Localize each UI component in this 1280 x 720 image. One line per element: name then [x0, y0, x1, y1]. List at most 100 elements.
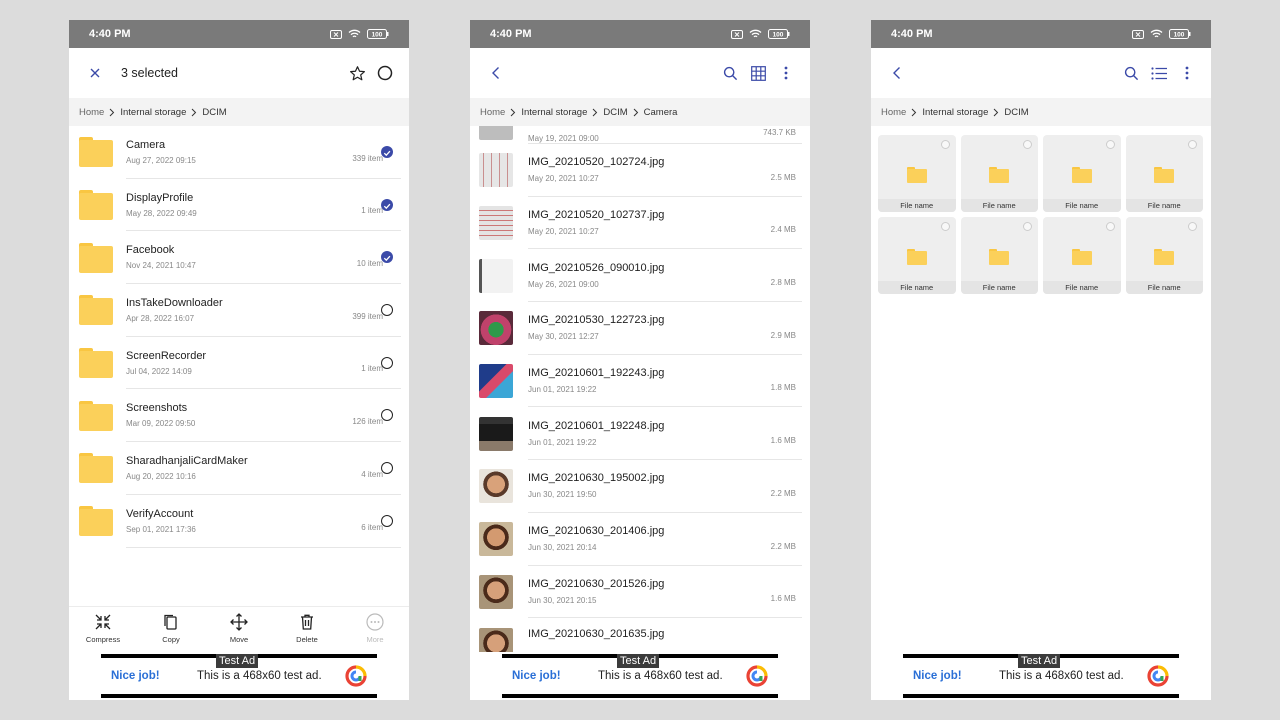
- chevron-right-icon: [109, 108, 115, 117]
- unchecked-checkbox-icon[interactable]: [381, 514, 393, 527]
- grid-view-button[interactable]: [744, 59, 772, 87]
- file-row[interactable]: IMG_20210630_201526.jpg Jun 30, 2021 20:1…: [470, 566, 810, 619]
- test-ad-banner[interactable]: Test Ad Nice job! This is a 468x60 test …: [903, 654, 1179, 698]
- folder-row[interactable]: Facebook Nov 24, 2021 10:47 10 item: [69, 231, 409, 285]
- unchecked-radio-icon[interactable]: [1188, 140, 1197, 149]
- chevron-right-icon: [592, 108, 598, 117]
- unchecked-radio-icon[interactable]: [1105, 222, 1115, 231]
- unchecked-checkbox-icon[interactable]: [381, 461, 393, 474]
- unchecked-checkbox-icon[interactable]: [381, 303, 393, 316]
- ad-logo-icon: [1147, 665, 1169, 687]
- test-ad-banner[interactable]: Test Ad Nice job! This is a 468x60 test …: [101, 654, 377, 698]
- folder-icon: [79, 506, 113, 537]
- breadcrumb-camera[interactable]: Camera: [644, 107, 678, 118]
- unchecked-radio-icon[interactable]: [940, 140, 950, 149]
- delete-button[interactable]: Delete: [273, 607, 341, 650]
- unchecked-radio-icon[interactable]: [1023, 140, 1032, 149]
- battery-icon: 100: [1169, 29, 1191, 39]
- file-name: IMG_20210520_102737.jpg: [528, 209, 665, 222]
- back-button[interactable]: [482, 59, 510, 87]
- unchecked-radio-icon[interactable]: [1023, 222, 1032, 231]
- folder-row[interactable]: DisplayProfile May 28, 2022 09:49 1 item: [69, 179, 409, 232]
- folder-row[interactable]: Camera Aug 27, 2022 09:15 339 item: [69, 126, 409, 179]
- overflow-menu-button[interactable]: [1173, 59, 1201, 87]
- breadcrumb-internal-storage[interactable]: Internal storage: [521, 107, 587, 118]
- breadcrumb-dcim[interactable]: DCIM: [202, 107, 226, 118]
- unchecked-radio-icon[interactable]: [940, 222, 950, 231]
- grid-folder-tile[interactable]: File name: [878, 135, 956, 212]
- search-icon: [1124, 66, 1138, 80]
- folder-name: VerifyAccount: [126, 507, 194, 520]
- checked-checkbox-icon[interactable]: [381, 198, 393, 211]
- grid-folder-tile[interactable]: File name: [960, 135, 1038, 212]
- grid-folder-tile[interactable]: File name: [1125, 217, 1203, 294]
- folder-name: Camera: [126, 138, 166, 151]
- folder-row[interactable]: Screenshots Mar 09, 2022 09:50 126 item: [69, 389, 409, 443]
- unchecked-radio-icon[interactable]: [1105, 140, 1115, 149]
- breadcrumb-home[interactable]: Home: [480, 107, 505, 118]
- copy-button[interactable]: Copy: [137, 607, 205, 650]
- grid-folder-tile[interactable]: File name: [1043, 135, 1121, 212]
- search-button[interactable]: [716, 59, 744, 87]
- checked-checkbox-icon[interactable]: [381, 145, 393, 158]
- ad-nice-job[interactable]: Nice job!: [913, 670, 999, 682]
- grid-folder-tile[interactable]: File name: [1125, 135, 1203, 212]
- file-row[interactable]: IMG_20210601_192243.jpg Jun 01, 2021 19:2…: [470, 355, 810, 408]
- overflow-menu-button[interactable]: [772, 59, 800, 87]
- list-view-button[interactable]: [1145, 59, 1173, 87]
- ad-message: This is a 468x60 test ad.: [598, 670, 723, 682]
- file-row[interactable]: IMG_20210630_201406.jpg Jun 30, 2021 20:1…: [470, 513, 810, 566]
- image-thumbnail: [479, 469, 513, 504]
- ad-nice-job[interactable]: Nice job!: [512, 670, 598, 682]
- folder-row[interactable]: InsTakeDownloader Apr 28, 2022 16:07 399 i…: [69, 284, 409, 337]
- file-row[interactable]: IMG_20210601_192248.jpg Jun 01, 2021 19:2…: [470, 407, 810, 461]
- back-button[interactable]: [883, 59, 911, 87]
- status-bar: 4:40 PM 100: [871, 20, 1211, 48]
- folder-row[interactable]: ScreenRecorder Jul 04, 2022 14:09 1 item: [69, 337, 409, 390]
- tile-name: File name: [960, 199, 1038, 212]
- breadcrumb-internal-storage[interactable]: Internal storage: [120, 107, 186, 118]
- breadcrumb-dcim[interactable]: DCIM: [1004, 107, 1028, 118]
- folder-count: 6 item: [361, 522, 383, 532]
- close-icon: [90, 68, 100, 78]
- battery-icon: 100: [367, 29, 389, 39]
- checked-checkbox-icon[interactable]: [381, 251, 393, 264]
- image-thumbnail: [479, 126, 513, 140]
- breadcrumb-home[interactable]: Home: [79, 107, 104, 118]
- grid-folder-tile[interactable]: File name: [878, 217, 956, 294]
- tile-name: File name: [1125, 281, 1203, 294]
- chevron-right-icon: [993, 108, 999, 117]
- file-row[interactable]: IMG_20210630_201635.jpg: [470, 618, 810, 652]
- ad-logo-icon: [746, 665, 768, 687]
- unchecked-radio-icon[interactable]: [1188, 222, 1197, 231]
- unchecked-checkbox-icon[interactable]: [381, 356, 393, 369]
- ad-nice-job[interactable]: Nice job!: [111, 670, 197, 682]
- file-row[interactable]: IMG_20210526_090010.jpg May 26, 2021 09:0…: [470, 249, 810, 303]
- file-row[interactable]: IMG_20210530_122723.jpg May 30, 2021 12:2…: [470, 302, 810, 355]
- breadcrumb-internal-storage[interactable]: Internal storage: [922, 107, 988, 118]
- favorite-button[interactable]: [343, 59, 371, 87]
- search-button[interactable]: [1117, 59, 1145, 87]
- file-row[interactable]: IMG_20210630_195002.jpg Jun 30, 2021 19:5…: [470, 460, 810, 513]
- browse-appbar: [470, 48, 810, 98]
- move-button[interactable]: Move: [205, 607, 273, 650]
- star-icon: [349, 65, 365, 80]
- folder-name: SharadhanjaliCardMaker: [126, 454, 248, 467]
- grid-folder-tile[interactable]: File name: [960, 217, 1038, 294]
- file-row[interactable]: May 19, 2021 09:00 743.7 KB: [470, 126, 810, 144]
- folder-row[interactable]: SharadhanjaliCardMaker Aug 20, 2022 10:16…: [69, 442, 409, 495]
- file-row[interactable]: IMG_20210520_102737.jpg May 20, 2021 10:2…: [470, 197, 810, 250]
- close-selection-button[interactable]: [81, 59, 109, 87]
- select-all-button[interactable]: [371, 59, 399, 87]
- grid-folder-tile[interactable]: File name: [1043, 217, 1121, 294]
- tile-name: File name: [1043, 281, 1121, 294]
- compress-button[interactable]: Compress: [69, 607, 137, 650]
- breadcrumb-home[interactable]: Home: [881, 107, 906, 118]
- breadcrumb-dcim[interactable]: DCIM: [603, 107, 627, 118]
- file-row[interactable]: IMG_20210520_102724.jpg May 20, 2021 10:2…: [470, 144, 810, 197]
- more-button[interactable]: More: [341, 607, 409, 650]
- delete-icon: [301, 614, 313, 630]
- test-ad-banner[interactable]: Test Ad Nice job! This is a 468x60 test …: [502, 654, 778, 698]
- folder-row[interactable]: VerifyAccount Sep 01, 2021 17:36 6 item: [69, 495, 409, 548]
- file-date: Jun 30, 2021 20:15: [528, 595, 597, 605]
